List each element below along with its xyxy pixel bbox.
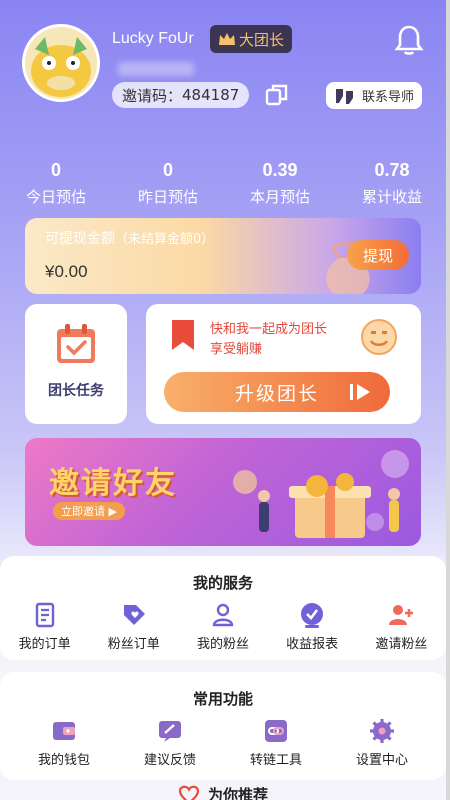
service-label: 我的订单 <box>18 637 71 652</box>
stat-today[interactable]: 0 今日预估 <box>0 160 112 207</box>
play-arrow-icon <box>350 384 370 400</box>
recommend-title: 为你推荐 <box>207 786 268 800</box>
calendar-check-icon <box>57 324 95 363</box>
invite-code-pill: 邀请码： 484187 <box>112 82 250 108</box>
function-label: 建议反馈 <box>143 753 196 768</box>
service-my-orders[interactable]: 我的订单 <box>3 601 87 652</box>
wallet-icon <box>53 722 75 740</box>
stat-label: 今日预估 <box>25 188 86 206</box>
upgrade-leader-button[interactable]: 升级团长 <box>164 372 390 412</box>
service-label: 收益报表 <box>286 637 339 652</box>
rank-badge: 大团长 <box>210 25 293 53</box>
function-label: 转链工具 <box>249 753 302 768</box>
copy-icon[interactable] <box>264 82 290 108</box>
bookmark-icon <box>172 320 194 350</box>
bell-icon[interactable] <box>394 24 424 56</box>
withdraw-card: 可提现金额（未结算金额0） ¥0.00 提现 <box>25 218 421 294</box>
heart-icon <box>178 785 200 800</box>
stat-label: 累计收益 <box>361 188 422 206</box>
fan-order-icon <box>123 605 145 625</box>
service-label: 我的粉丝 <box>196 637 249 652</box>
function-label: 设置中心 <box>355 753 408 768</box>
crown-icon <box>219 33 235 45</box>
service-my-fans[interactable]: 我的粉丝 <box>181 601 265 652</box>
fans-icon <box>212 603 234 627</box>
upgrade-line1: 快和我一起成为团长 <box>210 322 328 337</box>
stat-value: 0 <box>162 160 173 180</box>
gift-box-illustration <box>233 450 409 538</box>
function-feedback[interactable]: 建议反馈 <box>128 717 212 768</box>
stat-label: 昨日预估 <box>137 188 198 206</box>
avatar[interactable] <box>22 24 100 102</box>
smile-icon <box>361 319 397 355</box>
function-settings[interactable]: 设置中心 <box>340 717 424 768</box>
common-functions-section: 常用功能 我的钱包 建议反馈 转链工具 设置中心 <box>0 672 446 780</box>
invite-friends-banner[interactable]: 邀请好友 立即邀请 ▶ <box>25 438 421 546</box>
scroll-edge <box>446 0 450 800</box>
function-link-tool[interactable]: 转链工具 <box>234 717 318 768</box>
contact-mentor-button[interactable]: 联系导师 <box>326 82 423 109</box>
stat-total[interactable]: 0.78 累计收益 <box>336 160 448 207</box>
upgrade-line2: 享受躺赚 <box>210 342 263 357</box>
withdraw-subtitle: （未结算金额0） <box>115 232 215 247</box>
earnings-stats: 0 今日预估 0 昨日预估 0.39 本月预估 0.78 累计收益 <box>0 160 450 207</box>
function-my-wallet[interactable]: 我的钱包 <box>22 717 106 768</box>
my-services-section: 我的服务 我的订单 粉丝订单 我的粉丝 收益报表 邀请粉丝 <box>0 556 446 660</box>
upgrade-card: 快和我一起成为团长 享受躺赚 升级团长 <box>146 304 421 424</box>
report-icon <box>301 603 324 628</box>
stat-month[interactable]: 0.39 本月预估 <box>224 160 336 207</box>
stat-value: 0.39 <box>262 160 298 180</box>
withdraw-button[interactable]: 提现 <box>347 240 409 270</box>
service-label: 邀请粉丝 <box>375 637 428 652</box>
withdraw-title-text: 可提现金额 <box>45 231 115 247</box>
settings-icon <box>370 719 394 743</box>
banner-cta-button[interactable]: 立即邀请 ▶ <box>53 502 125 520</box>
mentor-label: 联系导师 <box>362 90 415 105</box>
stat-label: 本月预估 <box>249 188 310 206</box>
function-label: 我的钱包 <box>37 753 90 768</box>
stat-value: 0 <box>50 160 61 180</box>
service-invite-fans[interactable]: 邀请粉丝 <box>359 601 443 652</box>
section-title: 常用功能 <box>192 690 253 708</box>
upgrade-button-label: 升级团长 <box>234 382 319 405</box>
stat-yesterday[interactable]: 0 昨日预估 <box>112 160 224 207</box>
mentor-icon <box>336 88 353 104</box>
order-icon <box>35 602 54 628</box>
service-label: 粉丝订单 <box>107 637 160 652</box>
service-earnings-report[interactable]: 收益报表 <box>270 601 354 652</box>
leader-task-label: 团长任务 <box>48 383 104 399</box>
service-fan-orders[interactable]: 粉丝订单 <box>92 601 176 652</box>
leader-task-card[interactable]: 团长任务 <box>25 304 127 424</box>
stat-value: 0.78 <box>374 160 410 180</box>
duck-avatar-image <box>25 27 97 99</box>
invite-code-label: 邀请码： <box>122 86 183 105</box>
banner-title: 邀请好友 <box>49 466 177 501</box>
section-title: 我的服务 <box>192 574 253 592</box>
invite-code-value: 484187 <box>182 86 240 104</box>
withdraw-amount: ¥0.00 <box>45 262 88 281</box>
feedback-icon <box>159 721 181 742</box>
recommend-header: 为你推荐 <box>0 784 446 800</box>
blurred-text <box>118 62 194 76</box>
username: Lucky FoUr <box>112 30 194 47</box>
invite-fans-icon <box>389 605 414 625</box>
link-tool-icon <box>265 720 287 742</box>
withdraw-title: 可提现金额（未结算金额0） <box>45 228 214 248</box>
rank-label: 大团长 <box>239 30 285 49</box>
